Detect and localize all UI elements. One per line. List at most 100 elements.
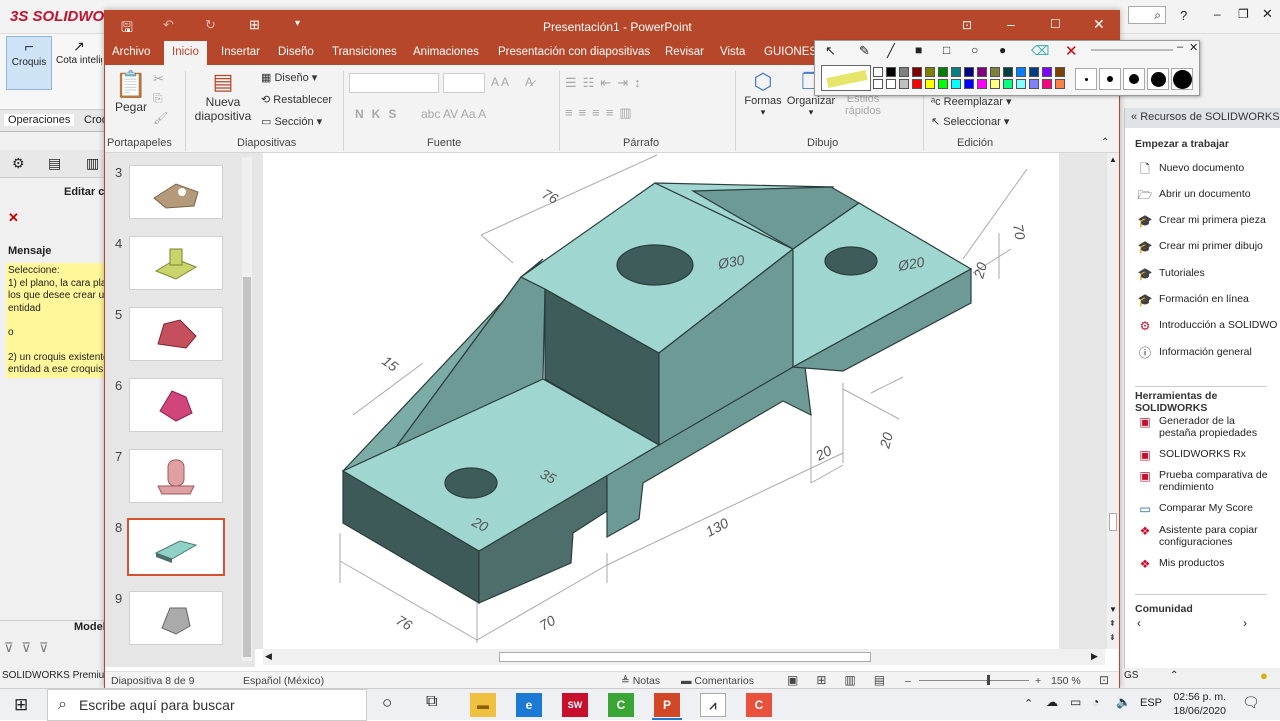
abrir-documento-link[interactable]: 🗁 Abrir un documento [1137,188,1277,202]
thumbnail-scrollbar[interactable] [242,157,252,661]
color-swatch[interactable] [990,79,1000,89]
ellipse-icon[interactable]: ○ [971,43,978,57]
brush-size-5[interactable] [1171,68,1193,90]
formacion-link[interactable]: 🎓 Formación en línea [1137,293,1277,307]
scroll-down-icon[interactable]: ▼ [1109,605,1117,614]
restore-icon[interactable]: ❐ [1238,7,1249,21]
comments-button[interactable]: ▬ Comentarios [681,675,754,687]
copy-icon[interactable]: ⎘ [153,91,163,106]
chevron-icon[interactable]: ⌃ [1170,670,1178,681]
color-swatch[interactable] [873,67,883,77]
filled-rect-icon[interactable]: ■ [915,43,922,57]
color-swatch[interactable] [899,79,909,89]
color-swatch[interactable] [1016,67,1026,77]
cloud-icon[interactable]: ☁ [1046,695,1058,709]
clock[interactable]: 02:56 p. m. 18/06/2020 [1170,690,1226,718]
battery-icon[interactable]: ▭ [1070,695,1081,709]
tab-insertar[interactable]: Insertar [221,46,260,58]
color-swatch[interactable] [964,67,974,77]
wifi-icon[interactable]: ◔ [1092,695,1099,709]
task-view-icon[interactable]: ⧉ [426,693,437,711]
zoom-thumb[interactable] [987,675,990,685]
pegar-button[interactable]: 📋 Pegar [111,69,151,135]
color-palette[interactable] [873,65,1073,93]
font-style-buttons[interactable]: NKS [355,107,404,121]
slide-thumb-4[interactable] [129,236,223,290]
tab-presentacion[interactable]: Presentación con diapositivas [498,46,650,58]
color-swatch[interactable] [1042,67,1052,77]
seccion-button[interactable]: ▭ Sección ▾ [261,115,322,128]
format-painter-icon[interactable]: 🖌 [153,111,168,125]
slide-thumb-9[interactable] [129,591,223,645]
color-swatch[interactable] [1029,67,1039,77]
line-icon[interactable]: ╱ [887,43,895,59]
maximize-icon[interactable]: ☐ [1050,17,1061,31]
restablecer-button[interactable]: ⟲ Restablecer [261,93,332,106]
brush-size-4[interactable] [1147,68,1169,90]
pencil-icon[interactable]: ✎ [859,43,870,59]
color-swatch[interactable] [899,67,909,77]
color-swatch[interactable] [1055,67,1065,77]
solidworks-taskbar-icon[interactable]: SW [562,693,588,717]
croquis-button[interactable]: ⌐ Croquis [6,36,52,90]
productos-link[interactable]: ❖ Mis productos [1137,557,1277,571]
notification-icon[interactable]: ● [1260,668,1268,683]
chart-app-icon[interactable]: ⩘ [700,693,726,717]
color-swatch[interactable] [912,67,922,77]
taskbar-search[interactable]: ⌕ Escribe aquí para buscar [47,689,367,721]
scroll-thumb[interactable] [499,652,871,662]
color-swatch[interactable] [964,79,974,89]
zoom-slider[interactable] [919,675,1029,685]
brush-size-1[interactable] [1075,68,1097,90]
close-icon[interactable]: ✕ [1189,41,1198,54]
diseno-button[interactable]: ▦ Diseño ▾ [261,71,317,84]
edge-icon[interactable]: e [516,693,542,717]
close-icon[interactable]: ✕ [1262,6,1273,22]
zoom-in-icon[interactable]: + [1035,675,1041,687]
volume-icon[interactable]: 🔈 [1116,695,1131,709]
color-swatch[interactable] [873,79,883,89]
formas-button[interactable]: ⬡ Formas ▾ [743,69,783,135]
windows-start-icon[interactable]: ⊞ [14,695,28,715]
clear-format-icon[interactable]: A̷ [525,75,533,89]
powerpoint-taskbar-icon[interactable]: P [654,693,680,717]
color-swatch[interactable] [1042,79,1052,89]
color-swatch[interactable] [1003,79,1013,89]
zoom-level[interactable]: 150 % [1051,675,1081,687]
fit-slide-icon[interactable]: ⊡ [1099,673,1109,687]
tab-revisar[interactable]: Revisar [665,46,704,58]
tab-animaciones[interactable]: Animaciones [413,46,479,58]
color-swatch[interactable] [977,79,987,89]
chevron-right-icon[interactable]: › [1243,616,1247,630]
slide-thumb-3[interactable] [129,165,223,219]
brush-size-2[interactable] [1099,68,1121,90]
slide-8[interactable]: 76 Ø30 Ø20 70 15 20 20 20 35 20 130 76 7… [263,153,1059,649]
scroll-thumb[interactable] [243,277,251,657]
present-icon[interactable]: ⊞ [249,17,260,33]
tab-inicio[interactable]: Inicio [164,41,207,65]
font-grow-icon[interactable]: A A [491,75,509,89]
generador-link[interactable]: ▣ Generador de la pestaña propiedades [1137,415,1277,439]
color-swatch[interactable] [925,79,935,89]
prueba-link[interactable]: ▣ Prueba comparativa de rendimiento [1137,469,1277,493]
zoom-out-icon[interactable]: – [905,675,911,687]
cota-button[interactable]: ↗ Cota inteligente [56,36,102,90]
color-swatch[interactable] [1055,79,1065,89]
file-explorer-icon[interactable]: ▬ [470,693,496,717]
sw-filter-icons[interactable]: ⊽⊽⊽ [4,640,104,662]
align-buttons[interactable]: ≡≡≡≡▥ [565,105,638,121]
configmanager-icon[interactable]: ▥ [86,155,99,172]
notifications-icon[interactable]: 🗨 [1242,694,1260,711]
vertical-scrollbar[interactable]: ▲ ▼ ⇞ ⇟ [1107,153,1119,649]
asistente-link[interactable]: ❖ Asistente para copiar configuraciones [1137,524,1277,548]
scroll-up-icon[interactable]: ▲ [1109,155,1117,164]
color-swatch[interactable] [925,67,935,77]
comparar-link[interactable]: ▭ Comparar My Score [1137,502,1277,516]
undo-icon[interactable]: ↶ [163,17,174,33]
help-icon[interactable]: ? [1180,8,1187,23]
slide-thumb-6[interactable] [129,378,223,432]
scroll-right-icon[interactable]: ▶ [1091,651,1098,662]
color-swatch[interactable] [938,67,948,77]
minimize-icon[interactable]: – [1177,41,1183,53]
list-buttons[interactable]: ☰☷⇤⇥↕ [565,75,647,91]
